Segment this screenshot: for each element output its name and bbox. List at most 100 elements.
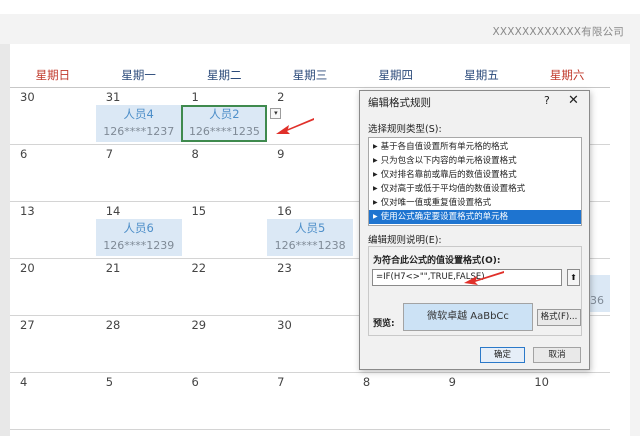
company-name: XXXXXXXXXXXX有限公司	[492, 26, 624, 38]
person-entry[interactable]: 人员6 126****1239	[95, 219, 182, 256]
rule-description-group: 为符合此公式的值设置格式(O): =IF(H7<>"",TRUE,FALSE) …	[368, 246, 582, 336]
person-phone: 126****1238	[274, 239, 346, 252]
rule-type-item[interactable]: ▶ 仅对高于或低于平均值的数值设置格式	[369, 182, 581, 196]
cancel-button[interactable]: 取消	[533, 347, 581, 363]
calendar-day-cell[interactable]: 8	[181, 145, 267, 202]
format-button[interactable]: 格式(F)...	[537, 309, 581, 326]
day-number: 22	[191, 261, 207, 275]
calendar-day-cell[interactable]: 15	[181, 202, 267, 259]
day-number: 10	[534, 375, 549, 389]
calendar-day-cell[interactable]: 29	[181, 316, 267, 373]
day-number: 21	[105, 261, 121, 275]
day-number: 23	[277, 261, 292, 275]
day-number: 30	[20, 90, 35, 104]
day-number: 9	[448, 375, 456, 389]
rule-type-text: 基于各自值设置所有单元格的格式	[380, 142, 509, 152]
weekday-label: 星期日	[35, 68, 71, 82]
weekday-label: 星期一	[121, 68, 156, 82]
calendar-day-cell[interactable]: 28	[96, 316, 182, 373]
day-number: 4	[20, 375, 28, 389]
triangle-bullet-icon: ▶	[373, 185, 378, 192]
calendar-day-cell[interactable]: 20	[10, 259, 96, 316]
peek-text: 36	[590, 294, 604, 307]
formula-label: 为符合此公式的值设置格式(O):	[373, 256, 501, 266]
day-number: 7	[105, 147, 114, 161]
weekday-label: 星期二	[207, 68, 242, 82]
person-entry[interactable]: 人员4 126****1237	[95, 105, 182, 142]
calendar-day-cell[interactable]: 13	[10, 202, 96, 259]
rule-type-list[interactable]: ▶ 基于各自值设置所有单元格的格式 ▶ 只为包含以下内容的单元格设置格式 ▶ 仅对排名靠前…	[368, 137, 582, 226]
calendar-day-cell[interactable]: 9	[439, 373, 525, 430]
row-header-strip	[0, 44, 10, 436]
day-number: 6	[191, 375, 199, 389]
top-strip	[0, 0, 640, 14]
triangle-bullet-icon: ▶	[373, 143, 378, 150]
weekday-label: 星期四	[378, 68, 413, 82]
close-icon[interactable]: ✕	[568, 93, 579, 108]
calendar-day-cell[interactable]: 6	[10, 145, 96, 202]
format-preview: 微软卓越 AaBbCc	[403, 303, 533, 331]
red-arrow-shape	[276, 118, 314, 134]
calendar-day-cell[interactable]: 22	[181, 259, 267, 316]
rule-type-text: 仅对唯一值或重复值设置格式	[380, 198, 492, 208]
person-entry[interactable]: 人员2 126****1235 ▾	[181, 105, 282, 142]
day-number: 20	[20, 261, 35, 275]
red-arrow-icon	[276, 118, 314, 134]
person-entry[interactable]: 人员5 126****1238	[267, 219, 354, 256]
calendar-day-cell[interactable]: 1 人员2 126****1235 ▾	[181, 88, 282, 145]
day-number: 1	[191, 90, 199, 104]
calendar-day-cell[interactable]: 7	[267, 373, 353, 430]
person-name: 人员6	[123, 221, 154, 235]
help-icon[interactable]: ?	[544, 94, 550, 107]
day-number: 15	[191, 204, 207, 218]
day-number: 14	[105, 204, 121, 218]
person-phone: 126****1235	[188, 125, 260, 138]
triangle-bullet-icon: ▶	[373, 157, 378, 164]
rule-type-text: 仅对高于或低于平均值的数值设置格式	[380, 184, 526, 194]
calendar-day-cell[interactable]: 23	[267, 259, 353, 316]
calendar-day-cell[interactable]: 21	[96, 259, 182, 316]
calendar-day-cell[interactable]: 30	[267, 316, 353, 373]
dialog-title: 编辑格式规则	[368, 97, 431, 109]
rule-type-text: 只为包含以下内容的单元格设置格式	[380, 156, 517, 166]
day-number: 16	[277, 204, 292, 218]
rule-description-label: 编辑规则说明(E):	[368, 235, 442, 246]
calendar-day-cell[interactable]: 30	[10, 88, 96, 145]
day-number: 30	[277, 318, 292, 332]
person-name: 人员2	[209, 107, 240, 121]
edit-format-rule-dialog: 编辑格式规则 ? ✕ 选择规则类型(S): ▶ 基于各自值设置所有单元格的格式 ▶ 只…	[359, 90, 590, 370]
preview-label: 预览:	[373, 319, 395, 329]
red-arrow-icon	[464, 271, 504, 285]
calendar-day-cell[interactable]: 31 人员4 126****1237	[95, 88, 182, 145]
calendar-day-cell[interactable]: 6	[181, 373, 267, 430]
rule-type-item[interactable]: ▶ 只为包含以下内容的单元格设置格式	[369, 154, 581, 168]
calendar-day-cell[interactable]: 16 人员5 126****1238	[267, 202, 354, 259]
calendar-day-cell[interactable]: 10	[524, 373, 610, 430]
day-number: 13	[20, 204, 35, 218]
rule-type-item[interactable]: ▶ 基于各自值设置所有单元格的格式	[369, 140, 581, 154]
calendar-day-cell[interactable]: 5	[96, 373, 182, 430]
day-number: 2	[277, 90, 285, 104]
rule-type-text: 使用公式确定要设置格式的单元格	[380, 212, 509, 222]
calendar-week-row: 4 5 6 7 8 9 10	[10, 373, 610, 430]
calendar-day-cell[interactable]: 7	[96, 145, 182, 202]
day-number: 9	[277, 147, 285, 161]
calendar-day-cell[interactable]: 14 人员6 126****1239	[95, 202, 182, 259]
rule-type-item[interactable]: ▶ 使用公式确定要设置格式的单元格	[369, 210, 581, 224]
person-phone: 126****1239	[103, 239, 175, 252]
weekday-label: 星期三	[292, 68, 328, 82]
person-name: 人员5	[294, 221, 326, 235]
calendar-day-cell[interactable]: 4	[10, 373, 96, 430]
day-number: 8	[362, 375, 371, 389]
calendar-day-cell[interactable]: 8	[353, 373, 439, 430]
calendar-day-cell[interactable]: 9	[267, 145, 353, 202]
calendar-day-cell[interactable]: 27	[10, 316, 96, 373]
collapse-dialog-button[interactable]: ⬆	[567, 269, 580, 286]
rule-type-item[interactable]: ▶ 仅对排名靠前或靠后的数值设置格式	[369, 168, 581, 182]
ok-button[interactable]: 确定	[480, 347, 525, 363]
weekday-label: 星期六	[549, 68, 585, 82]
rule-type-item[interactable]: ▶ 仅对唯一值或重复值设置格式	[369, 196, 581, 210]
weekday-header-row: 星期日 星期一 星期二 星期三 星期四 星期五 星期六	[10, 62, 610, 88]
rule-type-text: 仅对排名靠前或靠后的数值设置格式	[380, 170, 517, 180]
day-number: 28	[105, 318, 121, 332]
